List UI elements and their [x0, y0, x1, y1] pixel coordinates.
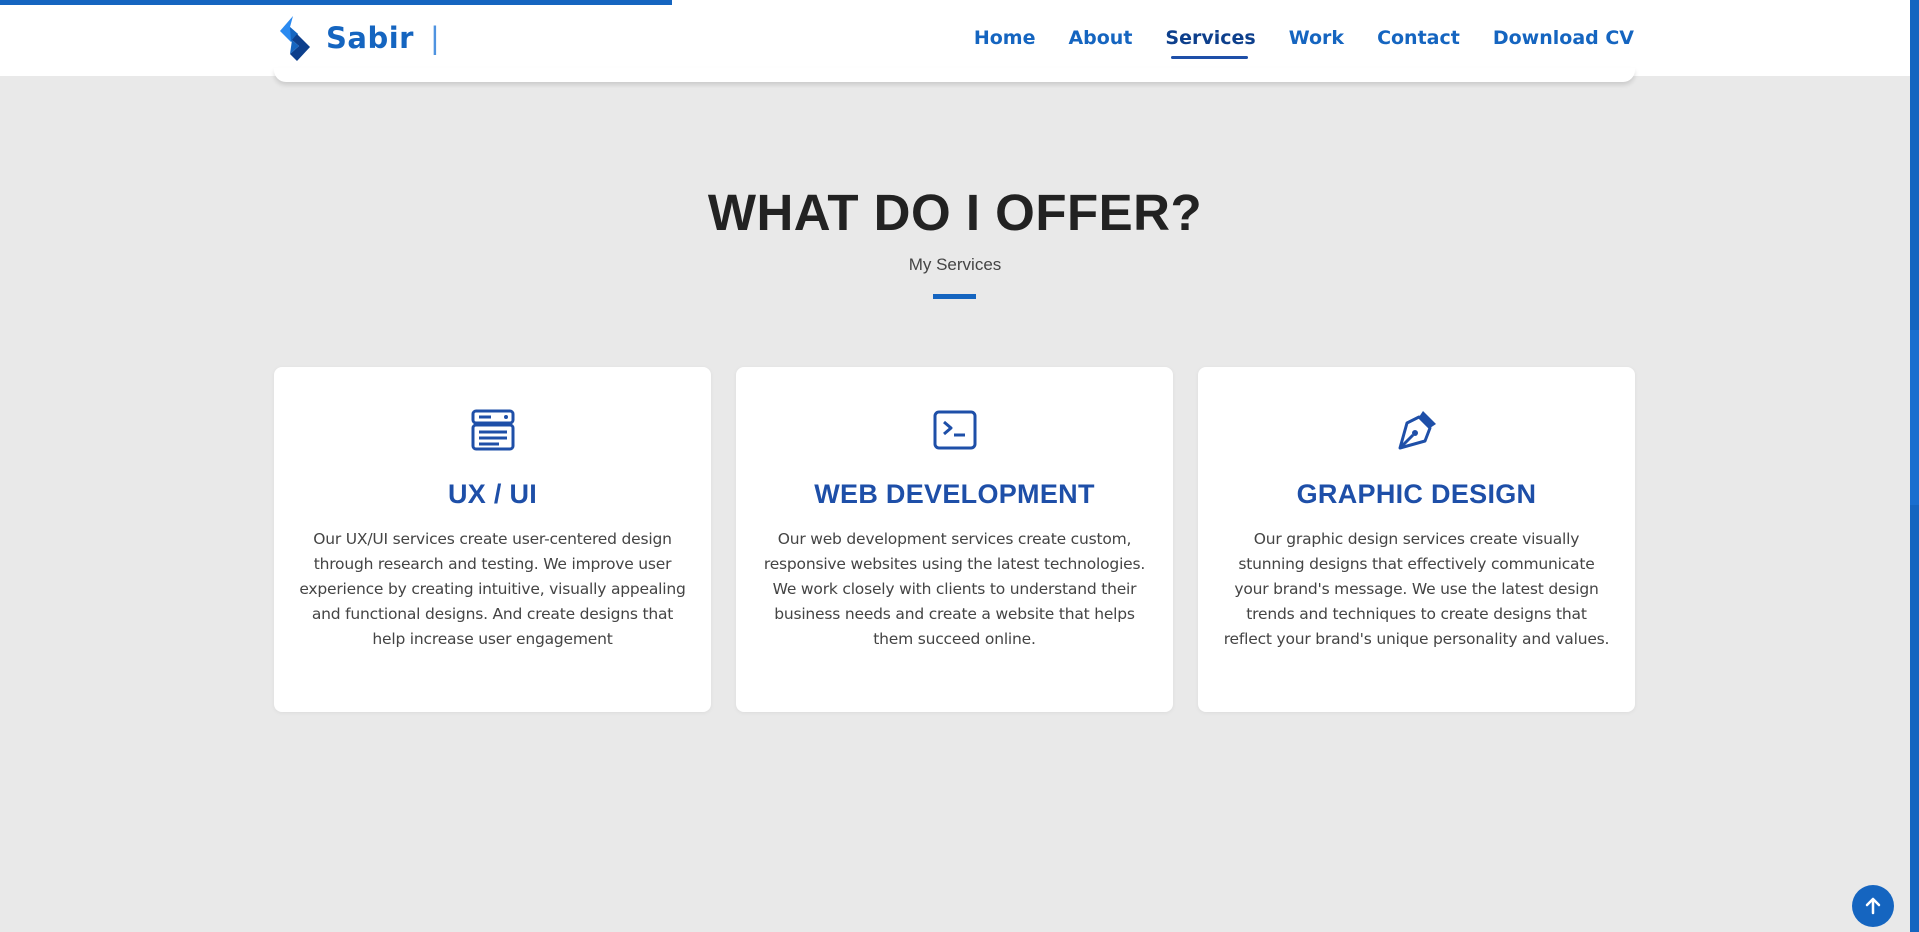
brand-name: Sabir: [326, 21, 414, 55]
card-description: Our UX/UI services create user-centered …: [299, 530, 686, 648]
card-title: UX / UI: [447, 479, 538, 509]
pen-nib-icon: [1398, 411, 1436, 450]
diamond-logo-icon: [280, 16, 310, 61]
nav-item-contact[interactable]: Contact: [1377, 21, 1460, 55]
page-scrollbar[interactable]: [1910, 0, 1919, 932]
scrollbar-thumb[interactable]: [1910, 330, 1919, 505]
nav-item-work[interactable]: Work: [1289, 21, 1344, 55]
section-divider: [933, 294, 976, 299]
server-stack-icon: [471, 409, 514, 451]
nav-item-services[interactable]: Services: [1165, 21, 1256, 59]
section-title: WHAT DO I OFFER?: [707, 184, 1203, 241]
brand-logo[interactable]: Sabir |: [276, 14, 440, 62]
service-card-web-development: WEB DEVELOPMENT Our web development serv…: [736, 367, 1173, 712]
card-description: Our graphic design services create visua…: [1223, 530, 1610, 648]
card-title: GRAPHIC DESIGN: [1296, 479, 1537, 509]
arrow-up-icon: [1865, 897, 1881, 915]
scroll-to-top-button[interactable]: [1852, 885, 1894, 927]
main-nav: Home About Services Work Contact Downloa…: [974, 0, 1634, 76]
nav-item-about[interactable]: About: [1068, 21, 1132, 55]
nav-item-download-cv[interactable]: Download CV: [1493, 21, 1634, 55]
service-card-ux-ui: UX / UI Our UX/UI services create user-c…: [274, 367, 711, 712]
card-title: WEB DEVELOPMENT: [814, 479, 1095, 509]
card-description: Our web development services create cust…: [763, 530, 1146, 648]
brand-cursor: |: [429, 21, 440, 55]
scroll-progress-bar: [0, 0, 672, 5]
section-subtitle: My Services: [908, 255, 1002, 274]
service-card-graphic-design: GRAPHIC DESIGN Our graphic design servic…: [1198, 367, 1635, 712]
terminal-icon: [933, 410, 976, 450]
nav-item-home[interactable]: Home: [974, 21, 1036, 55]
